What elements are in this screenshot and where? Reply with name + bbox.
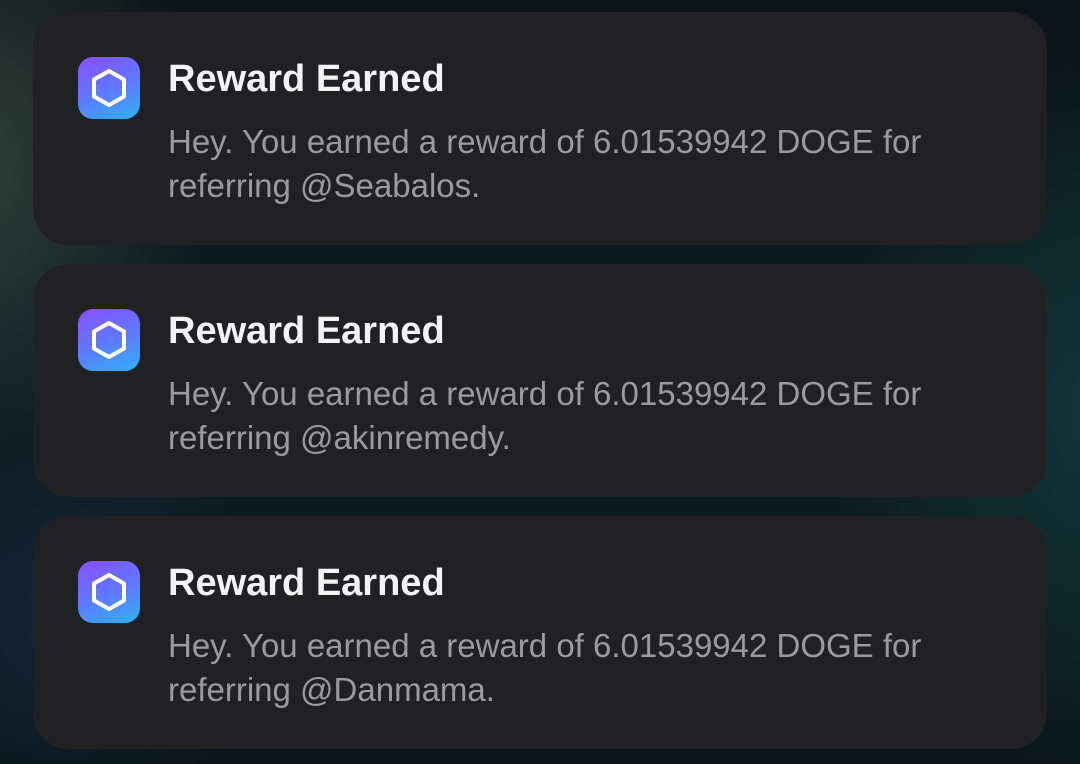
hexagon-icon — [78, 309, 140, 371]
notification-message-line-2: referring @akinremedy. — [168, 419, 511, 456]
hexagon-icon — [78, 561, 140, 623]
notification-card[interactable]: Reward Earned Hey. You earned a reward o… — [33, 264, 1047, 497]
notification-card[interactable]: Reward Earned Hey. You earned a reward o… — [33, 516, 1047, 749]
notification-title: Reward Earned — [168, 562, 445, 604]
notification-message-line-1: Hey. You earned a reward of 6.01539942 D… — [168, 123, 922, 160]
notification-title: Reward Earned — [168, 58, 445, 100]
notification-card[interactable]: Reward Earned Hey. You earned a reward o… — [33, 12, 1047, 245]
notification-message-line-1: Hey. You earned a reward of 6.01539942 D… — [168, 627, 922, 664]
notification-message: Hey. You earned a reward of 6.01539942 D… — [168, 624, 1018, 712]
notification-message: Hey. You earned a reward of 6.01539942 D… — [168, 120, 1018, 208]
notification-message-line-1: Hey. You earned a reward of 6.01539942 D… — [168, 375, 922, 412]
notification-message-line-2: referring @Seabalos. — [168, 167, 481, 204]
notification-message: Hey. You earned a reward of 6.01539942 D… — [168, 372, 1018, 460]
hexagon-icon — [78, 57, 140, 119]
notification-list: Reward Earned Hey. You earned a reward o… — [33, 12, 1047, 764]
notification-title: Reward Earned — [168, 310, 445, 352]
notification-message-line-2: referring @Danmama. — [168, 671, 495, 708]
